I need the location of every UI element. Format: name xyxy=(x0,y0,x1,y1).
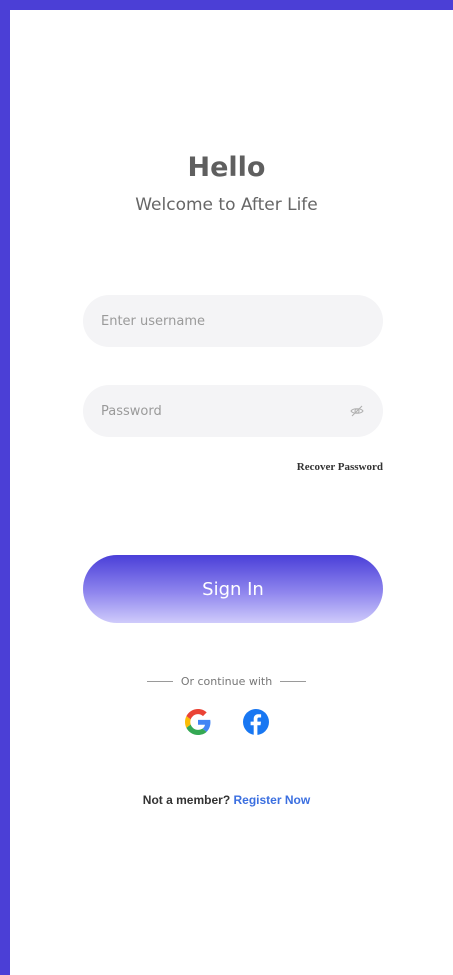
divider-line-left xyxy=(146,681,173,682)
password-input[interactable] xyxy=(83,403,341,419)
social-divider: Or continue with xyxy=(0,675,453,688)
username-input[interactable] xyxy=(83,313,341,329)
google-login-button[interactable] xyxy=(184,708,212,736)
divider-text: Or continue with xyxy=(180,675,273,688)
password-field-container xyxy=(83,385,383,437)
username-field-container xyxy=(83,295,383,347)
facebook-icon xyxy=(242,709,269,735)
eye-off-icon[interactable] xyxy=(349,403,365,419)
not-member-text: Not a member? xyxy=(142,793,231,807)
facebook-login-button[interactable] xyxy=(242,708,270,736)
google-icon xyxy=(184,709,210,735)
divider-line-right xyxy=(280,681,307,682)
sign-in-button[interactable]: Sign In xyxy=(83,555,383,623)
page-title: Hello xyxy=(187,152,266,183)
recover-password-link[interactable]: Recover Password xyxy=(297,461,383,473)
register-now-link[interactable]: Register Now xyxy=(234,793,311,807)
register-prompt: Not a member? Register Now xyxy=(0,793,453,807)
page-subtitle: Welcome to After Life xyxy=(135,195,318,215)
social-login-row xyxy=(0,708,453,736)
